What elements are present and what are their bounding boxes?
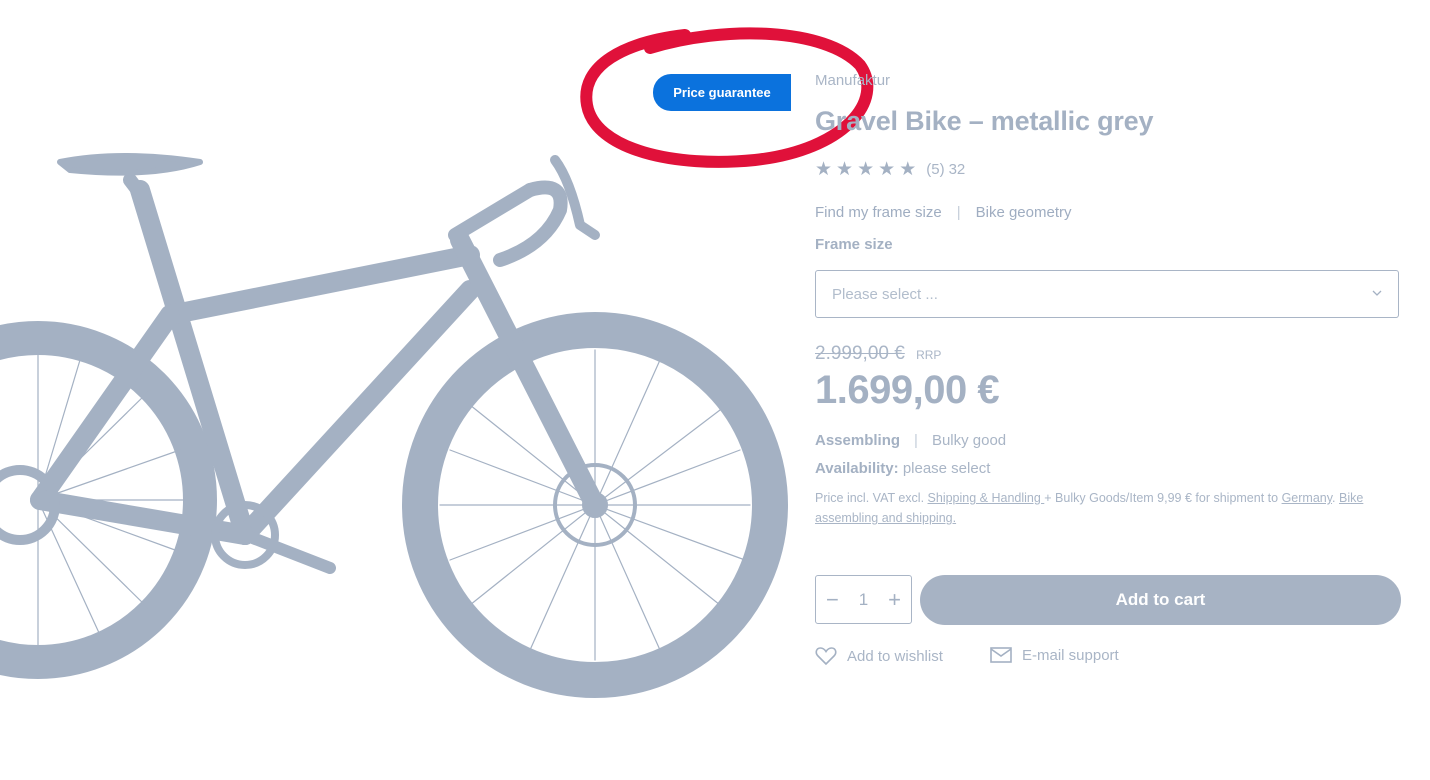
- separator: |: [956, 204, 961, 221]
- bulky-tag: Bulky good: [931, 432, 1007, 449]
- heart-icon: [815, 647, 837, 666]
- email-support-label: E-mail support: [1022, 646, 1119, 664]
- email-support-button[interactable]: E-mail support: [990, 646, 1119, 664]
- frame-size-placeholder: Please select ...: [832, 285, 938, 303]
- manufacturer[interactable]: Manufaktur: [815, 72, 890, 89]
- price-guarantee-badge: Price guarantee: [653, 74, 791, 111]
- availability-label: Availability:: [815, 460, 899, 477]
- current-price: 1.699,00 €: [815, 368, 1000, 412]
- rrp-label: RRP: [916, 348, 942, 362]
- chevron-down-icon: [1372, 290, 1382, 296]
- vat-text: .: [1332, 491, 1339, 505]
- country-link[interactable]: Germany: [1282, 491, 1332, 505]
- star-icon: ★: [899, 159, 917, 180]
- quantity-stepper: − 1 +: [815, 575, 912, 624]
- star-icon: ★: [857, 159, 875, 180]
- availability: Availability: please select: [815, 460, 990, 477]
- shipping-link[interactable]: Shipping & Handling: [928, 491, 1045, 505]
- separator: |: [914, 432, 918, 449]
- add-to-cart-button[interactable]: Add to cart: [920, 575, 1401, 625]
- product-title: Gravel Bike – metallic grey: [815, 106, 1154, 136]
- old-price-value: 2.999,00 €: [815, 343, 905, 364]
- review-count: 32: [948, 161, 966, 178]
- size-links: Find my frame size | Bike geometry: [815, 204, 1071, 221]
- wishlist-label: Add to wishlist: [847, 647, 943, 665]
- star-icon: ★: [878, 159, 896, 180]
- vat-text: + Bulky Goods/Item 9,99 € for shipment t…: [1044, 491, 1282, 505]
- product-tags: Assembling | Bulky good: [815, 432, 1006, 449]
- add-to-wishlist-button[interactable]: Add to wishlist: [815, 646, 943, 666]
- product-image: [0, 153, 788, 698]
- quantity-value[interactable]: 1: [859, 590, 868, 610]
- star-icon: ★: [836, 159, 854, 180]
- find-frame-size-link[interactable]: Find my frame size: [815, 204, 942, 221]
- availability-value: please select: [902, 460, 991, 477]
- old-price: 2.999,00 € RRP: [815, 343, 941, 365]
- rating[interactable]: ★ ★ ★ ★ ★ (5) 32: [815, 160, 965, 179]
- frame-size-label: Frame size: [815, 236, 893, 253]
- decrease-button[interactable]: −: [826, 588, 839, 611]
- mail-icon: [990, 647, 1012, 663]
- increase-button[interactable]: +: [888, 588, 901, 611]
- vat-note: Price incl. VAT excl. Shipping & Handlin…: [815, 488, 1405, 528]
- star-icon: ★: [815, 159, 833, 180]
- frame-size-select[interactable]: Please select ...: [815, 270, 1399, 318]
- rating-value: (5): [926, 161, 945, 178]
- bike-geometry-link[interactable]: Bike geometry: [976, 204, 1072, 221]
- vat-text: Price incl. VAT excl.: [815, 491, 928, 505]
- assembling-tag: Assembling: [815, 432, 901, 449]
